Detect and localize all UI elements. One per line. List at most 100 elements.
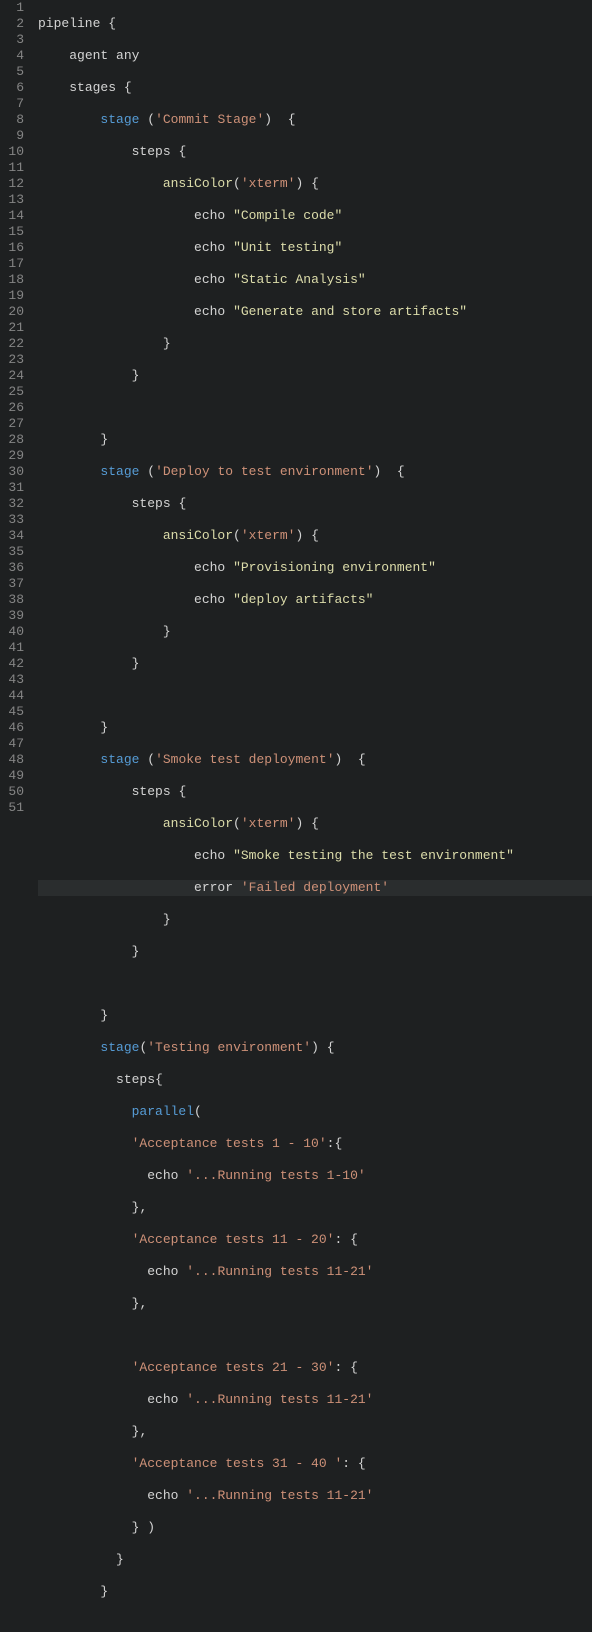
line-number: 39 bbox=[6, 608, 24, 624]
code-line[interactable]: steps{ bbox=[38, 1072, 592, 1088]
code-area[interactable]: pipeline { agent any stages { stage ('Co… bbox=[34, 0, 592, 816]
line-number: 28 bbox=[6, 432, 24, 448]
code-line[interactable] bbox=[38, 400, 592, 416]
line-number: 47 bbox=[6, 736, 24, 752]
code-line[interactable]: } bbox=[38, 944, 592, 960]
line-number: 38 bbox=[6, 592, 24, 608]
code-line[interactable]: } bbox=[38, 1552, 592, 1568]
line-number: 50 bbox=[6, 784, 24, 800]
line-number: 44 bbox=[6, 688, 24, 704]
code-line[interactable]: } bbox=[38, 1008, 592, 1024]
line-number: 12 bbox=[6, 176, 24, 192]
code-line[interactable]: } bbox=[38, 656, 592, 672]
line-number: 10 bbox=[6, 144, 24, 160]
code-line[interactable]: } bbox=[38, 368, 592, 384]
code-line[interactable]: echo '...Running tests 11-21' bbox=[38, 1264, 592, 1280]
code-line[interactable] bbox=[38, 688, 592, 704]
code-line[interactable]: }, bbox=[38, 1296, 592, 1312]
code-line[interactable]: } bbox=[38, 336, 592, 352]
code-line[interactable]: echo "Unit testing" bbox=[38, 240, 592, 256]
code-line[interactable]: steps { bbox=[38, 496, 592, 512]
line-number: 45 bbox=[6, 704, 24, 720]
code-line[interactable]: ansiColor('xterm') { bbox=[38, 528, 592, 544]
line-number: 16 bbox=[6, 240, 24, 256]
line-number: 42 bbox=[6, 656, 24, 672]
code-line[interactable]: ansiColor('xterm') { bbox=[38, 176, 592, 192]
code-line[interactable]: echo '...Running tests 11-21' bbox=[38, 1392, 592, 1408]
line-number: 36 bbox=[6, 560, 24, 576]
line-number: 46 bbox=[6, 720, 24, 736]
line-number: 29 bbox=[6, 448, 24, 464]
code-line-highlighted[interactable]: error 'Failed deployment' bbox=[38, 880, 592, 896]
code-line[interactable]: steps { bbox=[38, 784, 592, 800]
line-number: 17 bbox=[6, 256, 24, 272]
line-number: 5 bbox=[6, 64, 24, 80]
line-number: 22 bbox=[6, 336, 24, 352]
line-number: 33 bbox=[6, 512, 24, 528]
code-line[interactable]: }, bbox=[38, 1200, 592, 1216]
line-number-gutter: 1234567891011121314151617181920212223242… bbox=[0, 0, 34, 816]
code-line[interactable]: } bbox=[38, 912, 592, 928]
line-number: 41 bbox=[6, 640, 24, 656]
code-line[interactable]: } bbox=[38, 720, 592, 736]
code-line[interactable]: } ) bbox=[38, 1520, 592, 1536]
line-number: 19 bbox=[6, 288, 24, 304]
code-line[interactable]: 'Acceptance tests 1 - 10':{ bbox=[38, 1136, 592, 1152]
code-line[interactable] bbox=[38, 1328, 592, 1344]
code-line[interactable]: stage ('Smoke test deployment') { bbox=[38, 752, 592, 768]
code-line[interactable] bbox=[38, 976, 592, 992]
code-line[interactable]: parallel( bbox=[38, 1104, 592, 1120]
code-line[interactable] bbox=[38, 1616, 592, 1632]
line-number: 6 bbox=[6, 80, 24, 96]
line-number: 24 bbox=[6, 368, 24, 384]
line-number: 15 bbox=[6, 224, 24, 240]
line-number: 49 bbox=[6, 768, 24, 784]
code-editor[interactable]: 1234567891011121314151617181920212223242… bbox=[0, 0, 592, 816]
line-number: 9 bbox=[6, 128, 24, 144]
line-number: 3 bbox=[6, 32, 24, 48]
code-line[interactable]: } bbox=[38, 432, 592, 448]
line-number: 23 bbox=[6, 352, 24, 368]
line-number: 14 bbox=[6, 208, 24, 224]
code-line[interactable]: 'Acceptance tests 11 - 20': { bbox=[38, 1232, 592, 1248]
line-number: 27 bbox=[6, 416, 24, 432]
line-number: 30 bbox=[6, 464, 24, 480]
code-line[interactable]: ansiColor('xterm') { bbox=[38, 816, 592, 832]
code-line[interactable]: } bbox=[38, 624, 592, 640]
line-number: 4 bbox=[6, 48, 24, 64]
code-line[interactable]: 'Acceptance tests 31 - 40 ': { bbox=[38, 1456, 592, 1472]
code-line[interactable]: echo '...Running tests 11-21' bbox=[38, 1488, 592, 1504]
code-line[interactable]: pipeline { bbox=[38, 16, 592, 32]
line-number: 18 bbox=[6, 272, 24, 288]
line-number: 31 bbox=[6, 480, 24, 496]
code-line[interactable]: echo "Provisioning environment" bbox=[38, 560, 592, 576]
line-number: 7 bbox=[6, 96, 24, 112]
code-line[interactable]: }, bbox=[38, 1424, 592, 1440]
code-line[interactable]: steps { bbox=[38, 144, 592, 160]
code-line[interactable]: echo "Smoke testing the test environment… bbox=[38, 848, 592, 864]
code-line[interactable]: 'Acceptance tests 21 - 30': { bbox=[38, 1360, 592, 1376]
code-line[interactable]: stage ('Commit Stage') { bbox=[38, 112, 592, 128]
line-number: 51 bbox=[6, 800, 24, 816]
code-line[interactable]: echo "Static Analysis" bbox=[38, 272, 592, 288]
line-number: 11 bbox=[6, 160, 24, 176]
code-line[interactable]: stage ('Deploy to test environment') { bbox=[38, 464, 592, 480]
line-number: 34 bbox=[6, 528, 24, 544]
code-line[interactable]: echo "Compile code" bbox=[38, 208, 592, 224]
line-number: 35 bbox=[6, 544, 24, 560]
line-number: 40 bbox=[6, 624, 24, 640]
code-line[interactable]: echo "Generate and store artifacts" bbox=[38, 304, 592, 320]
line-number: 43 bbox=[6, 672, 24, 688]
line-number: 26 bbox=[6, 400, 24, 416]
line-number: 48 bbox=[6, 752, 24, 768]
code-line[interactable]: stages { bbox=[38, 80, 592, 96]
line-number: 32 bbox=[6, 496, 24, 512]
code-line[interactable]: agent any bbox=[38, 48, 592, 64]
line-number: 13 bbox=[6, 192, 24, 208]
line-number: 20 bbox=[6, 304, 24, 320]
code-line[interactable]: } bbox=[38, 1584, 592, 1600]
code-line[interactable]: echo "deploy artifacts" bbox=[38, 592, 592, 608]
code-line[interactable]: echo '...Running tests 1-10' bbox=[38, 1168, 592, 1184]
code-line[interactable]: stage('Testing environment') { bbox=[38, 1040, 592, 1056]
line-number: 21 bbox=[6, 320, 24, 336]
